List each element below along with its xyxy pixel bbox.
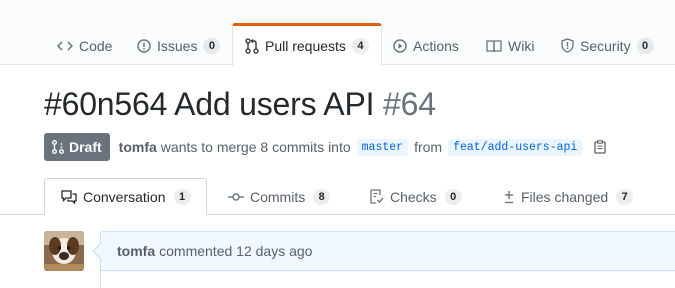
head-branch[interactable]: feat/add-users-api (448, 138, 583, 156)
draft-label: Draft (69, 139, 102, 155)
comment-timestamp[interactable]: commented 12 days ago (159, 243, 312, 259)
checks-count: 0 (444, 188, 462, 205)
comment-box: tomfa commented 12 days ago (100, 231, 675, 288)
avatar[interactable] (44, 231, 84, 271)
pr-title: #60n564 Add users API #64 (44, 86, 436, 123)
pull-requests-count: 4 (351, 38, 369, 54)
tab-label: Security (580, 37, 631, 54)
tab-label: Conversation (83, 189, 166, 205)
merge-text: wants to merge 8 commits into (160, 139, 351, 155)
tab-actions[interactable]: Actions (393, 25, 459, 66)
pr-meta: Draft tomfa wants to merge 8 commits int… (44, 133, 606, 161)
tab-security[interactable]: Security 0 (561, 25, 654, 66)
tab-label: Files changed (521, 188, 609, 205)
issue-icon (137, 38, 151, 53)
checklist-icon (370, 189, 384, 204)
commits-count: 8 (313, 188, 331, 205)
pr-number: #64 (383, 86, 436, 122)
tab-commits[interactable]: Commits 8 (228, 178, 331, 215)
book-icon (486, 39, 502, 53)
issues-count: 0 (203, 37, 221, 54)
from-text: from (414, 139, 443, 155)
pr-tabs: Conversation 1 Commits 8 Checks 0 Files … (0, 178, 675, 216)
draft-badge: Draft (44, 133, 110, 161)
tab-pull-requests[interactable]: Pull requests 4 (232, 23, 382, 66)
comment-header: tomfa commented 12 days ago (101, 232, 675, 271)
pr-title-text: #60n564 Add users API (44, 86, 375, 122)
tab-label: Issues (157, 37, 198, 54)
code-icon (57, 39, 73, 53)
comment-discussion-icon (61, 190, 77, 204)
tab-label: Commits (250, 188, 306, 205)
conversation-count: 1 (173, 189, 191, 205)
files-changed-count: 7 (616, 188, 634, 205)
shield-icon (561, 38, 574, 53)
security-count: 0 (636, 37, 654, 54)
clipboard-icon[interactable] (594, 140, 606, 154)
tab-conversation[interactable]: Conversation 1 (44, 178, 207, 216)
tab-code[interactable]: Code (57, 25, 112, 66)
tab-files-changed[interactable]: Files changed 7 (503, 178, 634, 215)
tab-label: Wiki (508, 37, 535, 54)
draft-pull-request-icon (52, 140, 64, 154)
tab-label: Pull requests (265, 38, 346, 54)
tab-label: Code (79, 37, 113, 54)
base-branch[interactable]: master (356, 138, 409, 156)
tab-issues[interactable]: Issues 0 (137, 25, 221, 66)
commit-icon (228, 192, 244, 202)
tab-checks[interactable]: Checks 0 (370, 178, 462, 215)
repo-nav: Code Issues 0 Pull requests 4 Actions Wi… (0, 0, 675, 66)
tab-label: Checks (390, 188, 437, 205)
comment-arrow-inner (94, 244, 101, 258)
pr-author-link[interactable]: tomfa (119, 139, 157, 155)
comment-author-link[interactable]: tomfa (117, 243, 155, 259)
diff-icon (503, 190, 515, 204)
tab-wiki[interactable]: Wiki (486, 25, 534, 66)
play-icon (393, 38, 407, 53)
pull-request-icon (245, 38, 259, 54)
tab-label: Actions (413, 37, 459, 54)
